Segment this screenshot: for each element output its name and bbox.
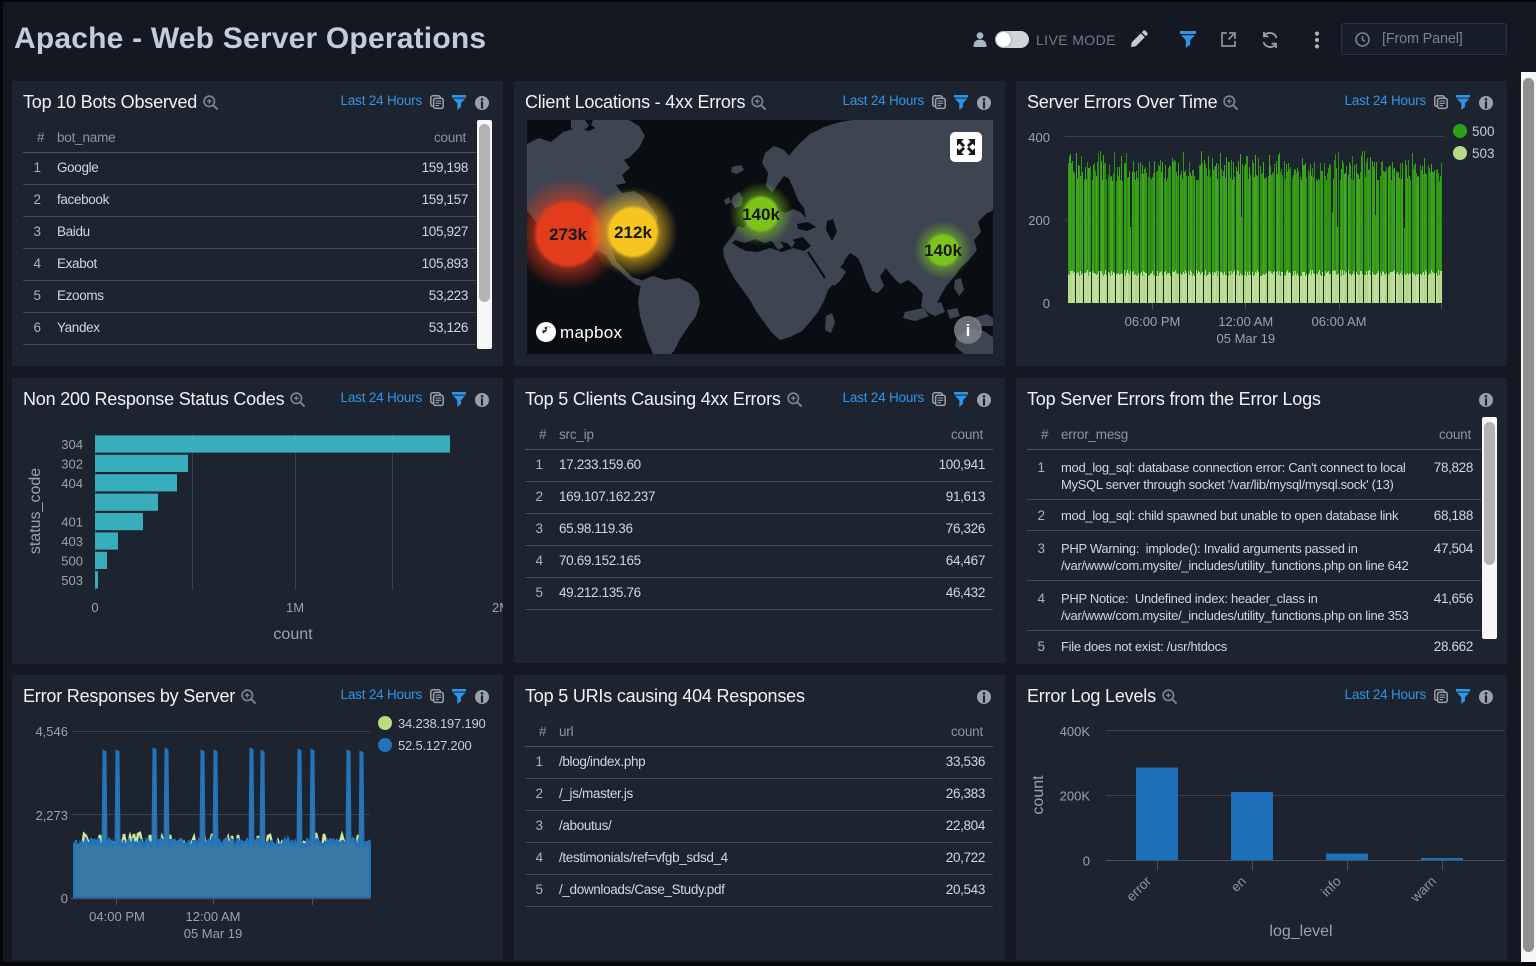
svg-text:273k: 273k bbox=[549, 225, 587, 244]
svg-text:mapbox: mapbox bbox=[560, 323, 622, 342]
svg-text:05 Mar 19: 05 Mar 19 bbox=[184, 926, 243, 941]
svg-text:212k: 212k bbox=[614, 223, 652, 242]
svg-text:06:00 PM: 06:00 PM bbox=[1125, 314, 1181, 329]
svg-text:i: i bbox=[966, 321, 971, 340]
svg-text:04:00 PM: 04:00 PM bbox=[89, 909, 145, 924]
svg-text:12:00 AM: 12:00 AM bbox=[1218, 314, 1273, 329]
svg-text:403: 403 bbox=[61, 534, 83, 549]
svg-text:0: 0 bbox=[1043, 296, 1050, 311]
svg-text:200: 200 bbox=[1028, 213, 1050, 228]
svg-text:52.5.127.200: 52.5.127.200 bbox=[398, 738, 472, 753]
svg-text:12:00 AM: 12:00 AM bbox=[186, 909, 241, 924]
svg-text:404: 404 bbox=[61, 476, 83, 491]
svg-text:0: 0 bbox=[1083, 854, 1090, 869]
svg-text:info: info bbox=[1318, 874, 1344, 900]
svg-text:302: 302 bbox=[61, 456, 83, 471]
svg-text:en: en bbox=[1228, 874, 1249, 895]
svg-text:140k: 140k bbox=[924, 241, 962, 260]
svg-text:503: 503 bbox=[1472, 146, 1495, 161]
svg-text:count: count bbox=[273, 626, 313, 643]
svg-text:34.238.197.190: 34.238.197.190 bbox=[398, 716, 486, 731]
svg-text:200K: 200K bbox=[1060, 789, 1091, 804]
svg-text:4,546: 4,546 bbox=[35, 724, 68, 739]
svg-text:1M: 1M bbox=[286, 600, 304, 615]
svg-text:count: count bbox=[1030, 775, 1047, 815]
svg-text:log_level: log_level bbox=[1269, 923, 1332, 940]
svg-text:503: 503 bbox=[61, 573, 83, 588]
svg-text:401: 401 bbox=[61, 515, 83, 530]
svg-text:2,273: 2,273 bbox=[35, 808, 68, 823]
svg-text:140k: 140k bbox=[742, 205, 780, 224]
svg-text:error: error bbox=[1123, 873, 1154, 904]
svg-text:400: 400 bbox=[1028, 130, 1050, 145]
svg-text:0: 0 bbox=[91, 600, 98, 615]
svg-text:500: 500 bbox=[1472, 124, 1495, 139]
svg-text:status_code: status_code bbox=[27, 468, 44, 554]
svg-text:06:00 AM: 06:00 AM bbox=[1312, 314, 1367, 329]
svg-text:2M: 2M bbox=[492, 600, 503, 615]
svg-text:304: 304 bbox=[61, 437, 83, 452]
svg-text:0: 0 bbox=[61, 891, 68, 906]
svg-text:400K: 400K bbox=[1060, 724, 1091, 739]
svg-text:05 Mar 19: 05 Mar 19 bbox=[1217, 331, 1276, 346]
svg-text:500: 500 bbox=[61, 553, 83, 568]
svg-text:warn: warn bbox=[1407, 874, 1439, 906]
